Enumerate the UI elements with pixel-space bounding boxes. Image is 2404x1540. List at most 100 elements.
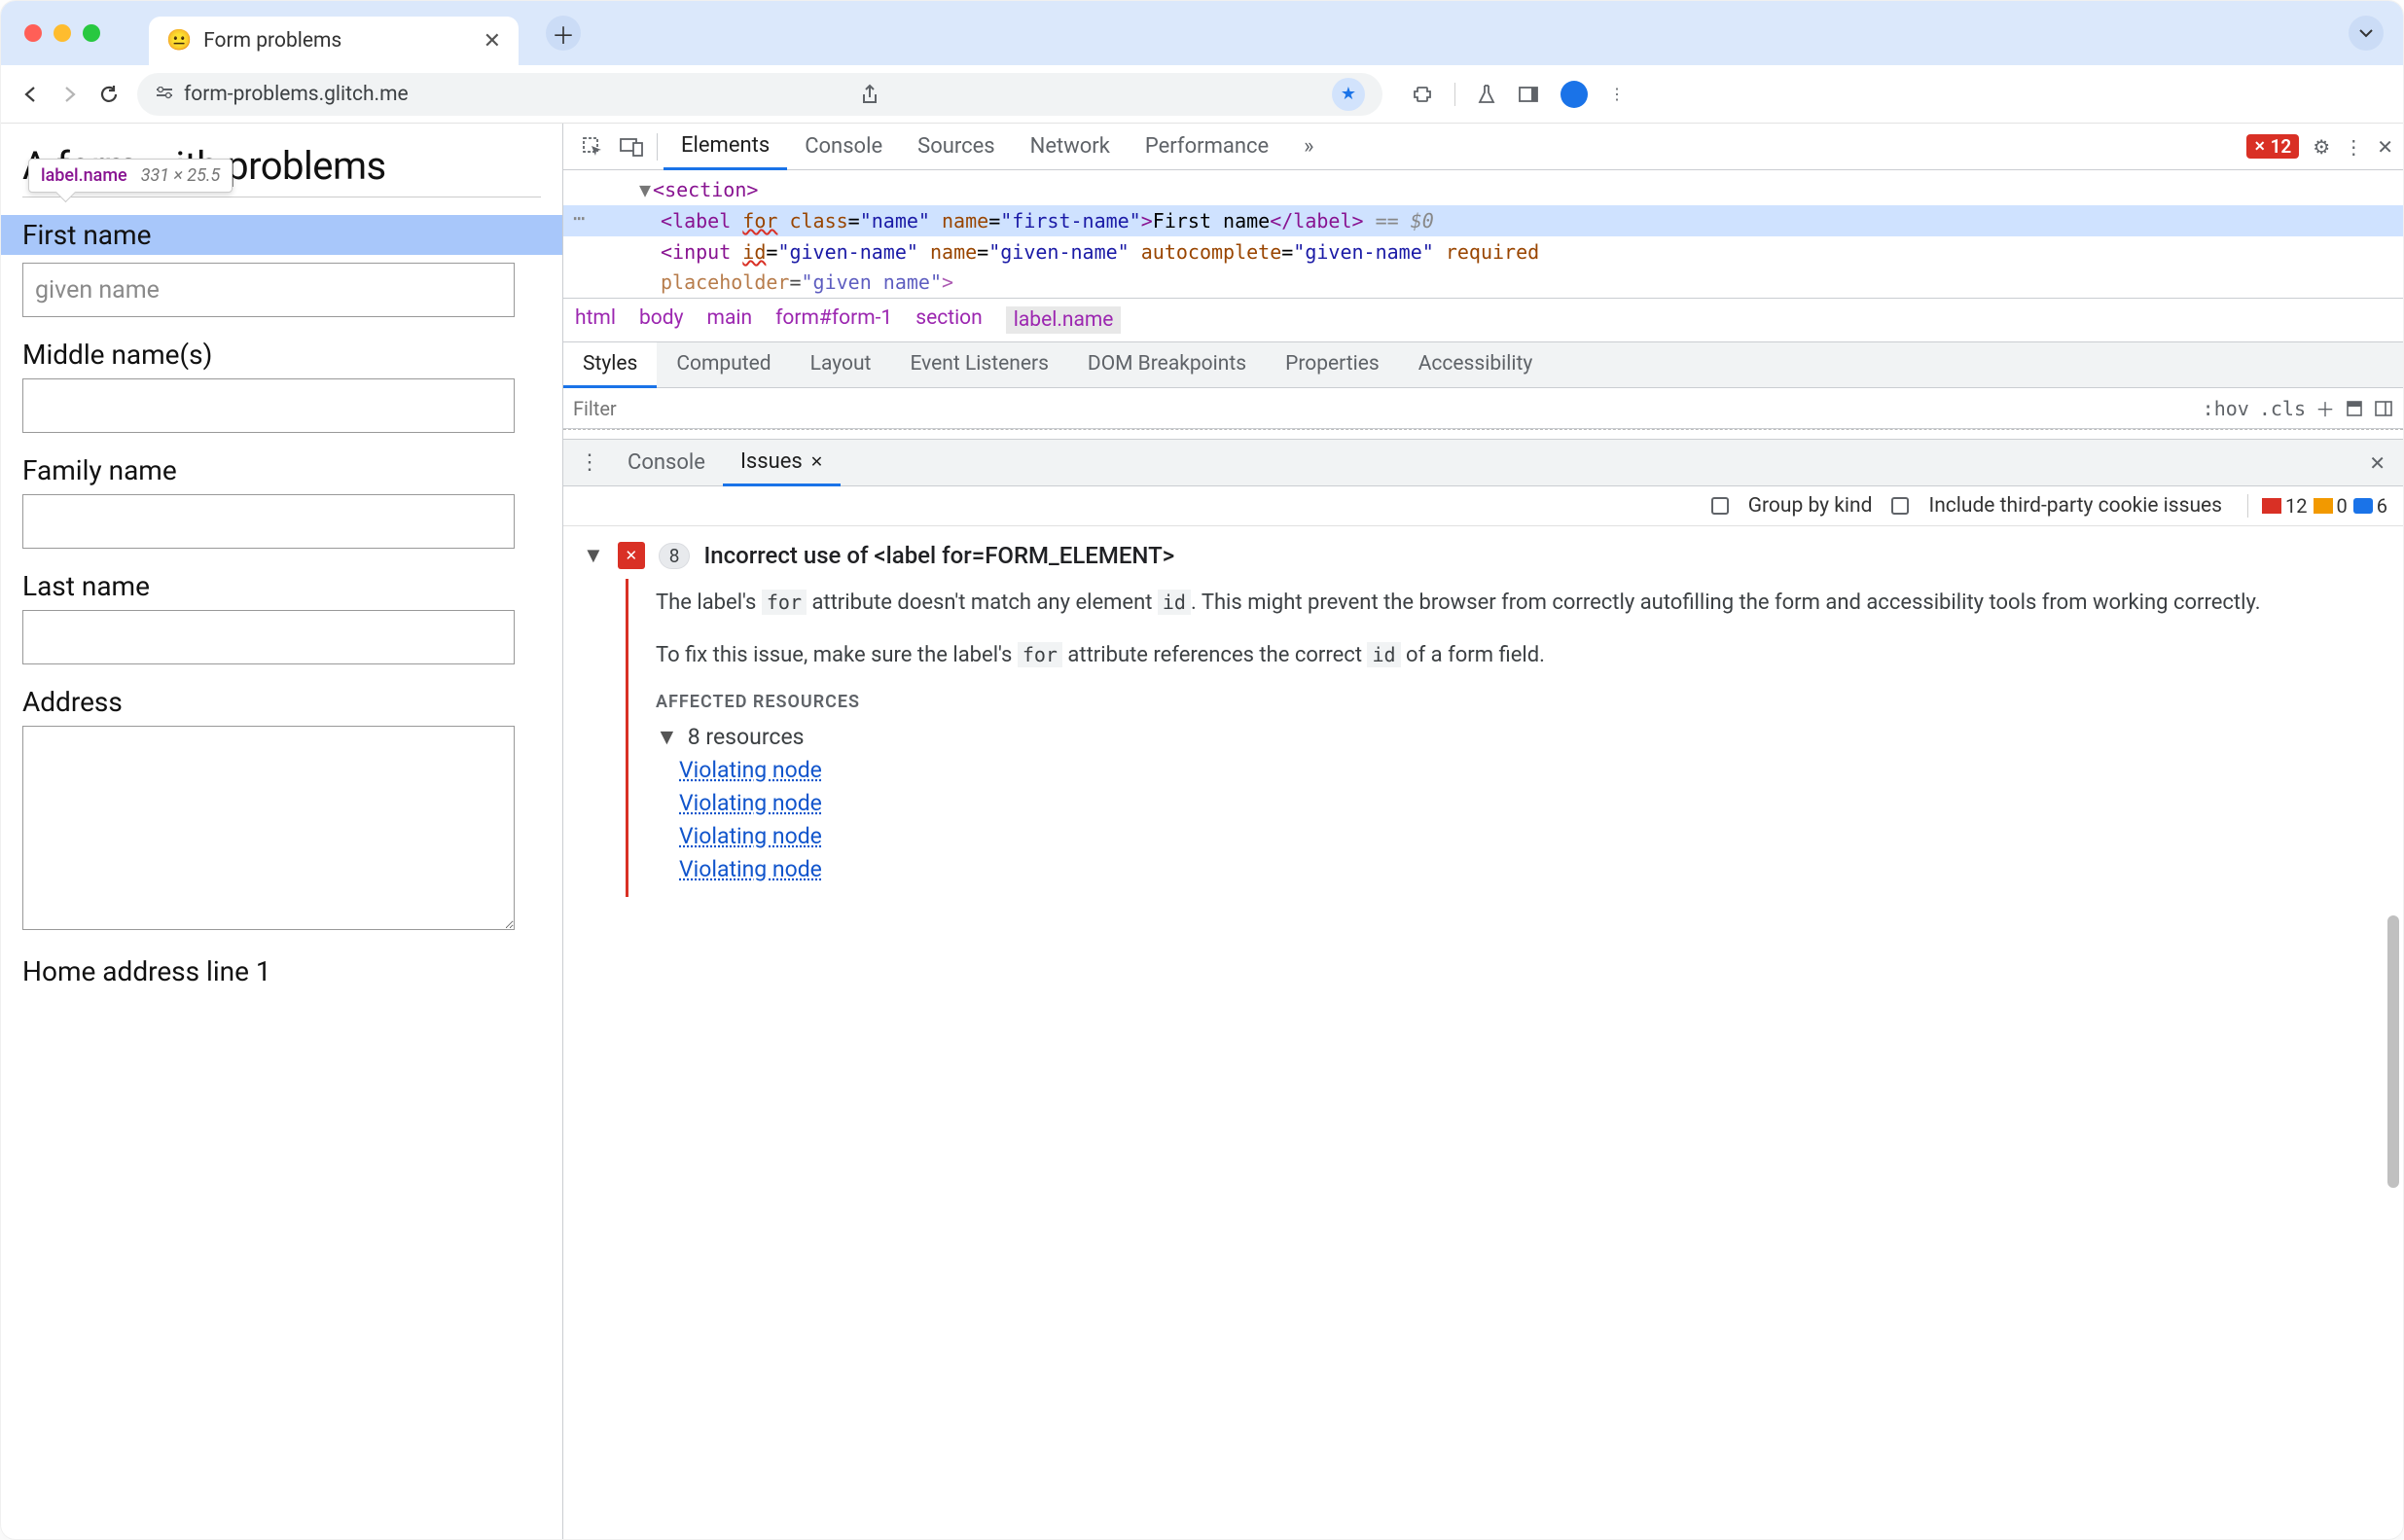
reload-button[interactable] [98, 85, 120, 104]
affected-resources-heading: AFFECTED RESOURCES [656, 692, 2387, 712]
error-flag-icon [2262, 498, 2281, 514]
label-last-name: Last name [22, 570, 541, 602]
styles-filter-row: :hov .cls ＋ [563, 388, 2403, 429]
group-by-kind-label: Group by kind [1748, 494, 1873, 518]
new-tab-button[interactable]: ＋ [546, 16, 581, 51]
dom-tree[interactable]: ⋯ ▼<section> <label for class="name" nam… [563, 170, 2403, 298]
violating-node-link[interactable]: Violating node [679, 823, 2387, 849]
back-button[interactable] [20, 85, 42, 104]
profile-avatar[interactable] [1561, 81, 1588, 108]
input-address[interactable] [22, 726, 515, 930]
side-panel-icon[interactable] [1518, 85, 1539, 104]
dom-node[interactable]: placeholder="given name"> [563, 268, 2403, 298]
inspector-tooltip: label.name 331 × 25.5 [28, 159, 233, 193]
kebab-menu-icon[interactable]: ⋮ [1609, 85, 1625, 103]
settings-icon[interactable]: ⚙ [2313, 135, 2330, 159]
bookmark-icon[interactable]: ★ [1332, 78, 1365, 111]
breadcrumb-item[interactable]: form#form-1 [775, 306, 892, 334]
browser-tab[interactable]: 😐 Form problems ✕ [149, 17, 519, 65]
drawer-tab-console[interactable]: Console [610, 440, 723, 485]
address-bar[interactable]: form-problems.glitch.me ★ [137, 73, 1382, 116]
close-tab-icon[interactable]: ✕ [484, 29, 501, 54]
issue-details: The label's for attribute doesn't match … [626, 579, 2387, 897]
toggle-sidebar-icon[interactable] [2374, 401, 2393, 416]
kebab-menu-icon[interactable]: ⋮ [2344, 135, 2363, 159]
subtab-event-listeners[interactable]: Event Listeners [890, 342, 1067, 387]
separator [1454, 83, 1455, 106]
subtab-computed[interactable]: Computed [657, 342, 790, 387]
tooltip-selector: label.name [41, 165, 127, 186]
separator [657, 133, 658, 161]
subtab-styles[interactable]: Styles [563, 342, 657, 388]
input-family-name[interactable] [22, 494, 515, 549]
include-third-party-checkbox[interactable] [1891, 497, 1909, 515]
expand-icon[interactable]: ▼ [656, 724, 678, 750]
input-last-name[interactable] [22, 610, 515, 664]
breadcrumb-item[interactable]: html [575, 306, 616, 334]
error-count-badge[interactable]: 12 [2246, 134, 2299, 159]
close-tab-icon[interactable]: ✕ [810, 452, 823, 471]
maximize-window[interactable] [83, 24, 100, 42]
group-by-kind-checkbox[interactable] [1711, 497, 1729, 515]
tab-performance[interactable]: Performance [1128, 124, 1286, 169]
close-drawer-icon[interactable]: ✕ [2357, 451, 2397, 475]
breadcrumb-item-active[interactable]: label.name [1006, 306, 1122, 334]
share-icon[interactable] [860, 84, 879, 105]
drawer-kebab-icon[interactable]: ⋮ [569, 450, 610, 475]
input-given-name[interactable] [22, 263, 515, 317]
subtab-layout[interactable]: Layout [791, 342, 891, 387]
close-window[interactable] [24, 24, 42, 42]
error-flag-icon: ✕ [618, 542, 645, 569]
issue-description: The label's for attribute doesn't match … [656, 587, 2387, 620]
minimize-window[interactable] [54, 24, 71, 42]
devtools-toolbar: Elements Console Sources Network Perform… [563, 124, 2403, 170]
tabs-overflow-button[interactable] [2349, 16, 2384, 51]
drawer-tab-issues[interactable]: Issues ✕ [723, 441, 841, 486]
tab-network[interactable]: Network [1013, 124, 1128, 169]
breadcrumb-item[interactable]: main [707, 306, 753, 334]
inspect-element-icon[interactable] [573, 136, 612, 158]
site-settings-icon[interactable] [155, 87, 174, 102]
subtab-properties[interactable]: Properties [1266, 342, 1399, 387]
hov-toggle[interactable]: :hov [2203, 397, 2249, 420]
resources-summary[interactable]: ▼ 8 resources [656, 724, 2387, 750]
issue-header[interactable]: ▼ ✕ 8 Incorrect use of <label for=FORM_E… [583, 542, 2387, 569]
dom-node[interactable]: <input id="given-name" name="given-name"… [563, 236, 2403, 268]
tabs-overflow[interactable]: » [1286, 124, 1331, 169]
styles-area [563, 429, 2403, 439]
violating-node-link[interactable]: Violating node [679, 790, 2387, 816]
new-style-rule-icon[interactable]: ＋ [2315, 394, 2335, 422]
dom-breadcrumb[interactable]: html body main form#form-1 section label… [563, 298, 2403, 342]
issues-list[interactable]: ▼ ✕ 8 Incorrect use of <label for=FORM_E… [563, 526, 2403, 1539]
scrollbar-thumb[interactable] [2387, 915, 2399, 1188]
issue-title: Incorrect use of <label for=FORM_ELEMENT… [703, 542, 1174, 569]
styles-filter-input[interactable] [573, 397, 2193, 420]
tab-elements[interactable]: Elements [664, 125, 787, 170]
violating-node-link[interactable]: Violating node [679, 856, 2387, 882]
tab-sources[interactable]: Sources [900, 124, 1013, 169]
breadcrumb-item[interactable]: section [915, 306, 983, 334]
dom-overflow-indicator[interactable]: ⋯ [573, 203, 587, 233]
toolbar-icons: ⋮ [1412, 81, 1625, 108]
input-middle-name[interactable] [22, 378, 515, 433]
subtab-accessibility[interactable]: Accessibility [1399, 342, 1553, 387]
cls-toggle[interactable]: .cls [2259, 397, 2306, 420]
subtab-dom-breakpoints[interactable]: DOM Breakpoints [1068, 342, 1266, 387]
tooltip-dimensions: 331 × 25.5 [141, 165, 221, 186]
label-family-name: Family name [22, 454, 541, 486]
violating-node-link[interactable]: Violating node [679, 757, 2387, 783]
labs-icon[interactable] [1477, 84, 1496, 105]
breadcrumb-item[interactable]: body [639, 306, 684, 334]
issues-toolbar: Group by kind Include third-party cookie… [563, 486, 2403, 526]
browser-toolbar: form-problems.glitch.me ★ ⋮ [1, 65, 2403, 124]
expand-icon[interactable]: ▼ [583, 543, 604, 568]
close-devtools-icon[interactable]: ✕ [2377, 135, 2393, 159]
computed-styles-icon[interactable] [2345, 401, 2364, 416]
selected-dom-node[interactable]: <label for class="name" name="first-name… [563, 205, 2403, 236]
forward-button[interactable] [59, 85, 81, 104]
extensions-icon[interactable] [1412, 84, 1433, 105]
drawer-tabs: ⋮ Console Issues ✕ ✕ [563, 440, 2403, 486]
devtools-drawer: ⋮ Console Issues ✕ ✕ Group by kind Inclu… [563, 439, 2403, 1539]
tab-console[interactable]: Console [787, 124, 900, 169]
device-toolbar-icon[interactable] [612, 137, 651, 157]
